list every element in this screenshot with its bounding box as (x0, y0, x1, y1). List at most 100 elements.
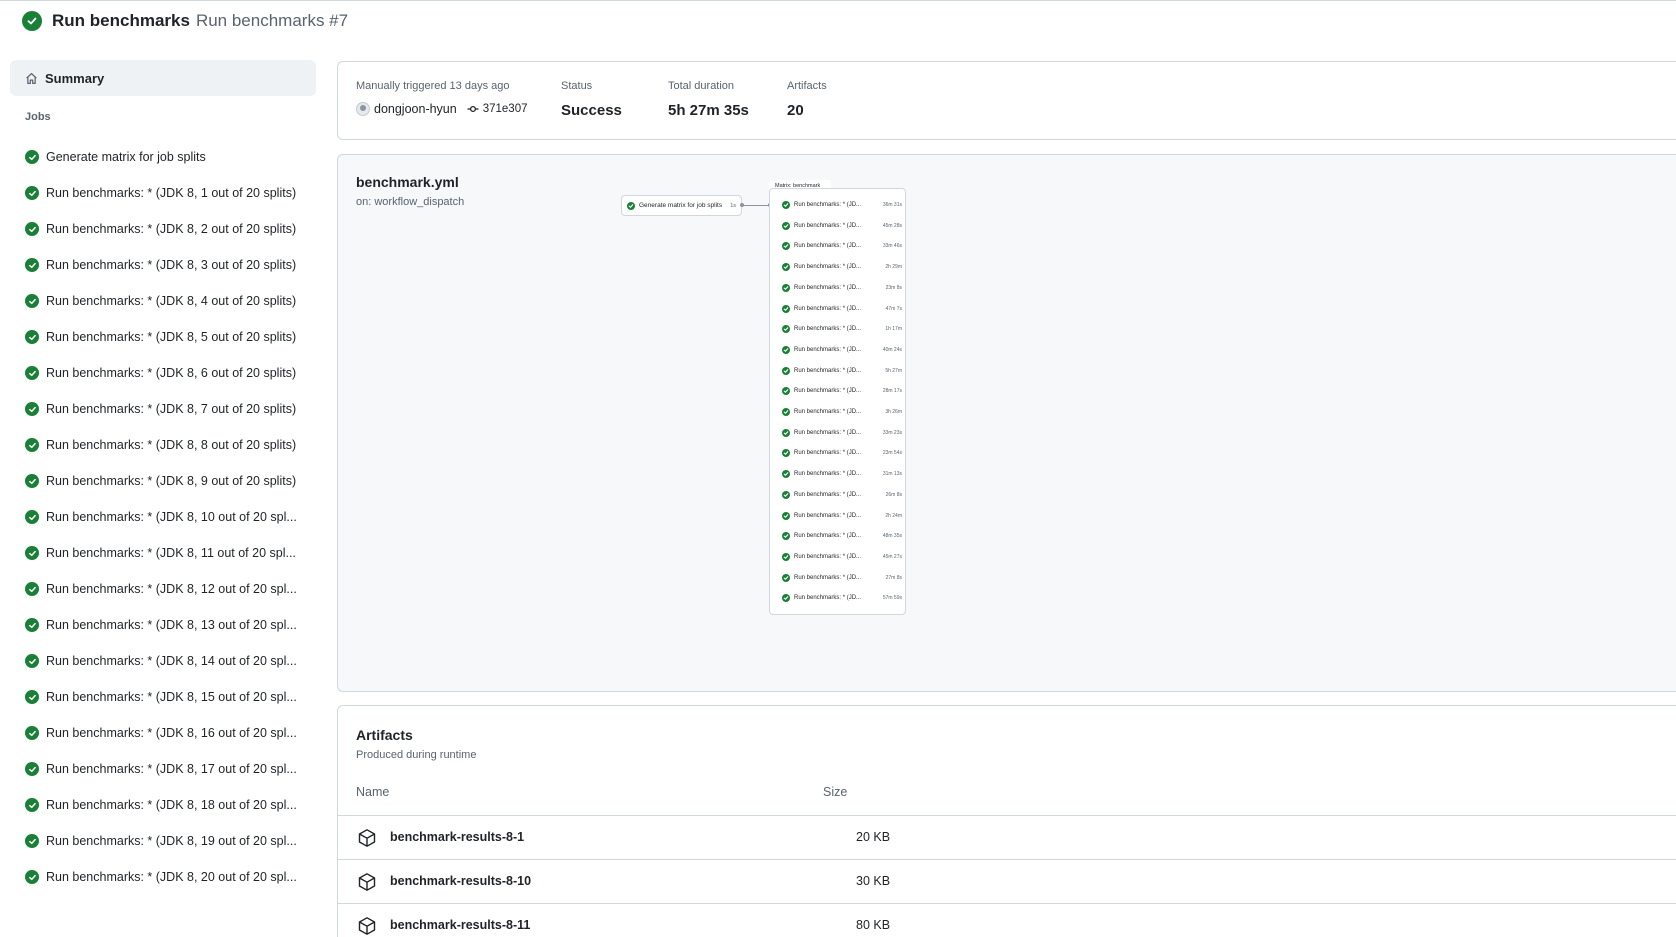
matrix-job-node[interactable]: Run benchmarks: * (JD... 1h 17m (782, 323, 902, 335)
artifacts-subtitle: Produced during runtime (356, 749, 477, 761)
duration-caption: Total duration (668, 80, 735, 92)
commit-link[interactable]: 371e307 (483, 103, 528, 115)
sidebar-job-item[interactable]: Run benchmarks: * (JDK 8, 5 out of 20 sp… (10, 319, 316, 355)
duration-value: 5h 27m 35s (668, 102, 749, 119)
job-label: Run benchmarks: * (JDK 8, 12 out of 20 s… (46, 582, 297, 596)
matrix-job-node[interactable]: Run benchmarks: * (JD... 45m 27s (782, 551, 902, 563)
matrix-job-node[interactable]: Run benchmarks: * (JD... 3h 26m (782, 406, 902, 418)
node-duration: 48m 35s (882, 533, 902, 540)
job-label: Run benchmarks: * (JDK 8, 1 out of 20 sp… (46, 186, 297, 200)
sidebar-job-item[interactable]: Run benchmarks: * (JDK 8, 17 out of 20 s… (10, 751, 316, 787)
matrix-job-node[interactable]: Run benchmarks: * (JD... 48m 35s (782, 530, 902, 542)
matrix-job-node[interactable]: Run benchmarks: * (JD... 2h 29m (782, 261, 902, 273)
check-circle-icon (25, 258, 39, 272)
node-duration: 45m 27s (882, 553, 902, 560)
matrix-job-node[interactable]: Run benchmarks: * (JD... 5h 27m (782, 365, 902, 377)
sidebar-job-item[interactable]: Run benchmarks: * (JDK 8, 12 out of 20 s… (10, 571, 316, 607)
artifact-name-link[interactable]: benchmark-results-8-11 (390, 918, 530, 932)
sidebar-item-summary[interactable]: Summary (10, 60, 316, 96)
matrix-job-node[interactable]: Run benchmarks: * (JD... 33m 46s (782, 240, 902, 252)
sidebar-job-item[interactable]: Run benchmarks: * (JDK 8, 19 out of 20 s… (10, 823, 316, 859)
node-label: Run benchmarks: * (JD... (794, 367, 862, 374)
sidebar-job-item[interactable]: Run benchmarks: * (JDK 8, 20 out of 20 s… (10, 859, 316, 895)
generate-matrix-node[interactable]: Generate matrix for job splits 1s (621, 195, 742, 216)
artifacts-count[interactable]: 20 (787, 102, 827, 119)
workflow-title[interactable]: Run benchmarks (52, 11, 190, 31)
node-label: Run benchmarks: * (JD... (794, 388, 862, 395)
job-label: Run benchmarks: * (JDK 8, 7 out of 20 sp… (46, 402, 297, 416)
matrix-job-node[interactable]: Run benchmarks: * (JD... 26m 8s (782, 489, 902, 501)
artifact-size: 30 KB (856, 874, 891, 888)
sidebar-job-item[interactable]: Run benchmarks: * (JDK 8, 3 out of 20 sp… (10, 247, 316, 283)
node-label: Run benchmarks: * (JD... (794, 243, 862, 250)
artifact-size: 80 KB (856, 918, 891, 932)
sidebar-job-item[interactable]: Run benchmarks: * (JDK 8, 1 out of 20 sp… (10, 175, 316, 211)
avatar[interactable] (356, 102, 370, 116)
sidebar-job-item[interactable]: Run benchmarks: * (JDK 8, 10 out of 20 s… (10, 499, 316, 535)
sidebar-job-item[interactable]: Run benchmarks: * (JDK 8, 14 out of 20 s… (10, 643, 316, 679)
trigger-info: Manually triggered 13 days ago dongjoon-… (356, 80, 528, 116)
matrix-job-node[interactable]: Run benchmarks: * (JD... 36m 31s (782, 199, 902, 211)
job-label: Run benchmarks: * (JDK 8, 9 out of 20 sp… (46, 474, 297, 488)
node-duration: 40m 24s (882, 346, 902, 353)
node-duration: 23m 54s (882, 450, 902, 457)
matrix-job-node[interactable]: Run benchmarks: * (JD... 31m 13s (782, 468, 902, 480)
workflow-file[interactable]: benchmark.yml (356, 174, 459, 190)
node-duration: 2h 29m (885, 264, 902, 271)
sidebar-job-item[interactable]: Run benchmarks: * (JDK 8, 4 out of 20 sp… (10, 283, 316, 319)
sidebar-job-item[interactable]: Generate matrix for job splits (10, 139, 316, 175)
sidebar-job-item[interactable]: Run benchmarks: * (JDK 8, 16 out of 20 s… (10, 715, 316, 751)
check-circle-icon (627, 201, 635, 210)
matrix-job-node[interactable]: Run benchmarks: * (JD... 47m 7s (782, 303, 902, 315)
node-label: Run benchmarks: * (JD... (794, 450, 862, 457)
matrix-job-node[interactable]: Run benchmarks: * (JD... 2h 24m (782, 510, 902, 522)
check-circle-icon (25, 690, 39, 704)
node-label: Run benchmarks: * (JD... (794, 471, 862, 478)
node-label: Run benchmarks: * (JD... (794, 533, 862, 540)
node-label: Run benchmarks: * (JD... (794, 553, 862, 560)
sidebar-job-item[interactable]: Run benchmarks: * (JDK 8, 11 out of 20 s… (10, 535, 316, 571)
matrix-job-node[interactable]: Run benchmarks: * (JD... 57m 59s (782, 592, 902, 604)
check-circle-icon (782, 387, 790, 396)
home-icon (25, 72, 38, 85)
job-label: Run benchmarks: * (JDK 8, 16 out of 20 s… (46, 726, 297, 740)
sidebar-job-item[interactable]: Run benchmarks: * (JDK 8, 6 out of 20 sp… (10, 355, 316, 391)
check-circle-icon (782, 449, 790, 458)
matrix-job-node[interactable]: Run benchmarks: * (JD... 28m 17s (782, 385, 902, 397)
node-duration: 1s (730, 202, 736, 209)
matrix-job-node[interactable]: Run benchmarks: * (JD... 45m 28s (782, 220, 902, 232)
commit-icon (467, 104, 479, 114)
node-duration: 28m 17s (882, 388, 902, 395)
matrix-job-node[interactable]: Run benchmarks: * (JD... 23m 8s (782, 282, 902, 294)
job-label: Run benchmarks: * (JDK 8, 15 out of 20 s… (46, 690, 297, 704)
sidebar-job-item[interactable]: Run benchmarks: * (JDK 8, 9 out of 20 sp… (10, 463, 316, 499)
job-label: Run benchmarks: * (JDK 8, 13 out of 20 s… (46, 618, 297, 632)
status-caption: Status (561, 80, 593, 92)
node-label: Run benchmarks: * (JD... (794, 284, 862, 291)
check-circle-icon (25, 438, 39, 452)
check-circle-icon (782, 552, 790, 561)
check-circle-icon (782, 511, 790, 520)
check-circle-icon (782, 304, 790, 313)
check-circle-icon (782, 573, 790, 582)
check-circle-icon (782, 201, 790, 209)
matrix-job-node[interactable]: Run benchmarks: * (JD... 40m 24s (782, 344, 902, 356)
artifact-name-link[interactable]: benchmark-results-8-10 (390, 874, 531, 888)
sidebar-job-item[interactable]: Run benchmarks: * (JDK 8, 2 out of 20 sp… (10, 211, 316, 247)
check-circle-icon (782, 345, 790, 354)
node-label: Run benchmarks: * (JD... (794, 326, 862, 333)
sidebar-job-item[interactable]: Run benchmarks: * (JDK 8, 7 out of 20 sp… (10, 391, 316, 427)
sidebar-job-item[interactable]: Run benchmarks: * (JDK 8, 13 out of 20 s… (10, 607, 316, 643)
trigger-caption: Manually triggered 13 days ago (356, 80, 510, 92)
sidebar-job-item[interactable]: Run benchmarks: * (JDK 8, 8 out of 20 sp… (10, 427, 316, 463)
node-duration: 2h 24m (885, 512, 902, 519)
matrix-job-node[interactable]: Run benchmarks: * (JD... 27m 8s (782, 572, 902, 584)
artifact-name-link[interactable]: benchmark-results-8-1 (390, 830, 524, 844)
actor-link[interactable]: dongjoon-hyun (374, 102, 457, 116)
matrix-job-node[interactable]: Run benchmarks: * (JD... 23m 54s (782, 447, 902, 459)
node-duration: 1h 17m (885, 326, 902, 333)
sidebar-job-item[interactable]: Run benchmarks: * (JDK 8, 18 out of 20 s… (10, 787, 316, 823)
sidebar-job-item[interactable]: Run benchmarks: * (JDK 8, 15 out of 20 s… (10, 679, 316, 715)
matrix-job-node[interactable]: Run benchmarks: * (JD... 33m 23s (782, 427, 902, 439)
job-label: Generate matrix for job splits (46, 150, 206, 164)
